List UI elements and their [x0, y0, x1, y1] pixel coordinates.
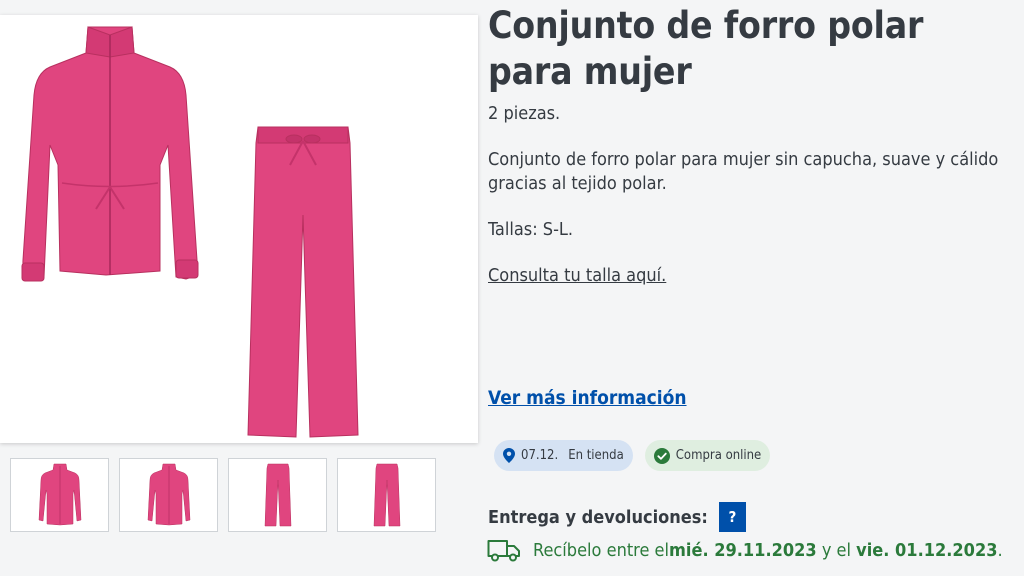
product-title: Conjunto de forro polar para mujer	[488, 4, 924, 93]
pants-alt-thumbnail-image	[373, 463, 400, 527]
product-description: Conjunto de forro polar para mujer sin c…	[488, 149, 999, 194]
jacket-thumbnail-image	[38, 463, 81, 526]
delivery-text-1: Recíbelo entre el	[533, 539, 670, 561]
jacket-alt-thumbnail-image	[147, 463, 190, 526]
check-circle-icon	[653, 447, 670, 464]
fleece-set-illustration	[21, 26, 359, 438]
delivery-date-start: mié. 29.11.2023	[669, 539, 817, 561]
delivery-label: Entrega y devoluciones:	[488, 506, 708, 528]
product-pieces: 2 piezas.	[488, 103, 561, 124]
thumbnail-pants-front[interactable]	[228, 458, 327, 532]
delivery-truck-icon	[487, 540, 520, 562]
delivery-section: Entrega y devoluciones: ?	[488, 502, 746, 532]
thumbnail-jacket-front[interactable]	[10, 458, 109, 532]
size-guide-link[interactable]: Consulta tu talla aquí.	[488, 264, 666, 288]
online-badge: Compra online	[644, 440, 771, 471]
thumbnail-pants-alt[interactable]	[337, 458, 436, 532]
product-info: Conjunto de forro polar para mujer 2 pie…	[488, 0, 1018, 288]
delivery-date-end: vie. 01.12.2023	[856, 539, 998, 561]
location-pin-icon	[503, 448, 515, 463]
online-label: Compra online	[675, 448, 762, 463]
in-store-label: En tienda	[568, 448, 624, 463]
delivery-estimate: Recíbelo entre el mié. 29.11.2023 y el v…	[487, 538, 1003, 562]
delivery-text-3: .	[997, 539, 1003, 561]
delivery-text-2: y el	[816, 539, 857, 561]
thumbnail-gallery	[10, 458, 436, 532]
in-store-badge: 07.12. En tienda	[494, 440, 633, 471]
availability-badges: 07.12. En tienda Compra online	[494, 440, 771, 471]
more-info-link[interactable]: Ver más información	[488, 387, 687, 409]
delivery-help-button[interactable]: ?	[718, 502, 746, 532]
product-sizes: Tallas: S-L.	[488, 219, 574, 240]
pants-thumbnail-image	[264, 463, 291, 527]
in-store-date: 07.12.	[521, 448, 559, 463]
thumbnail-jacket-alt[interactable]	[119, 458, 218, 532]
product-main-image[interactable]	[0, 15, 478, 443]
